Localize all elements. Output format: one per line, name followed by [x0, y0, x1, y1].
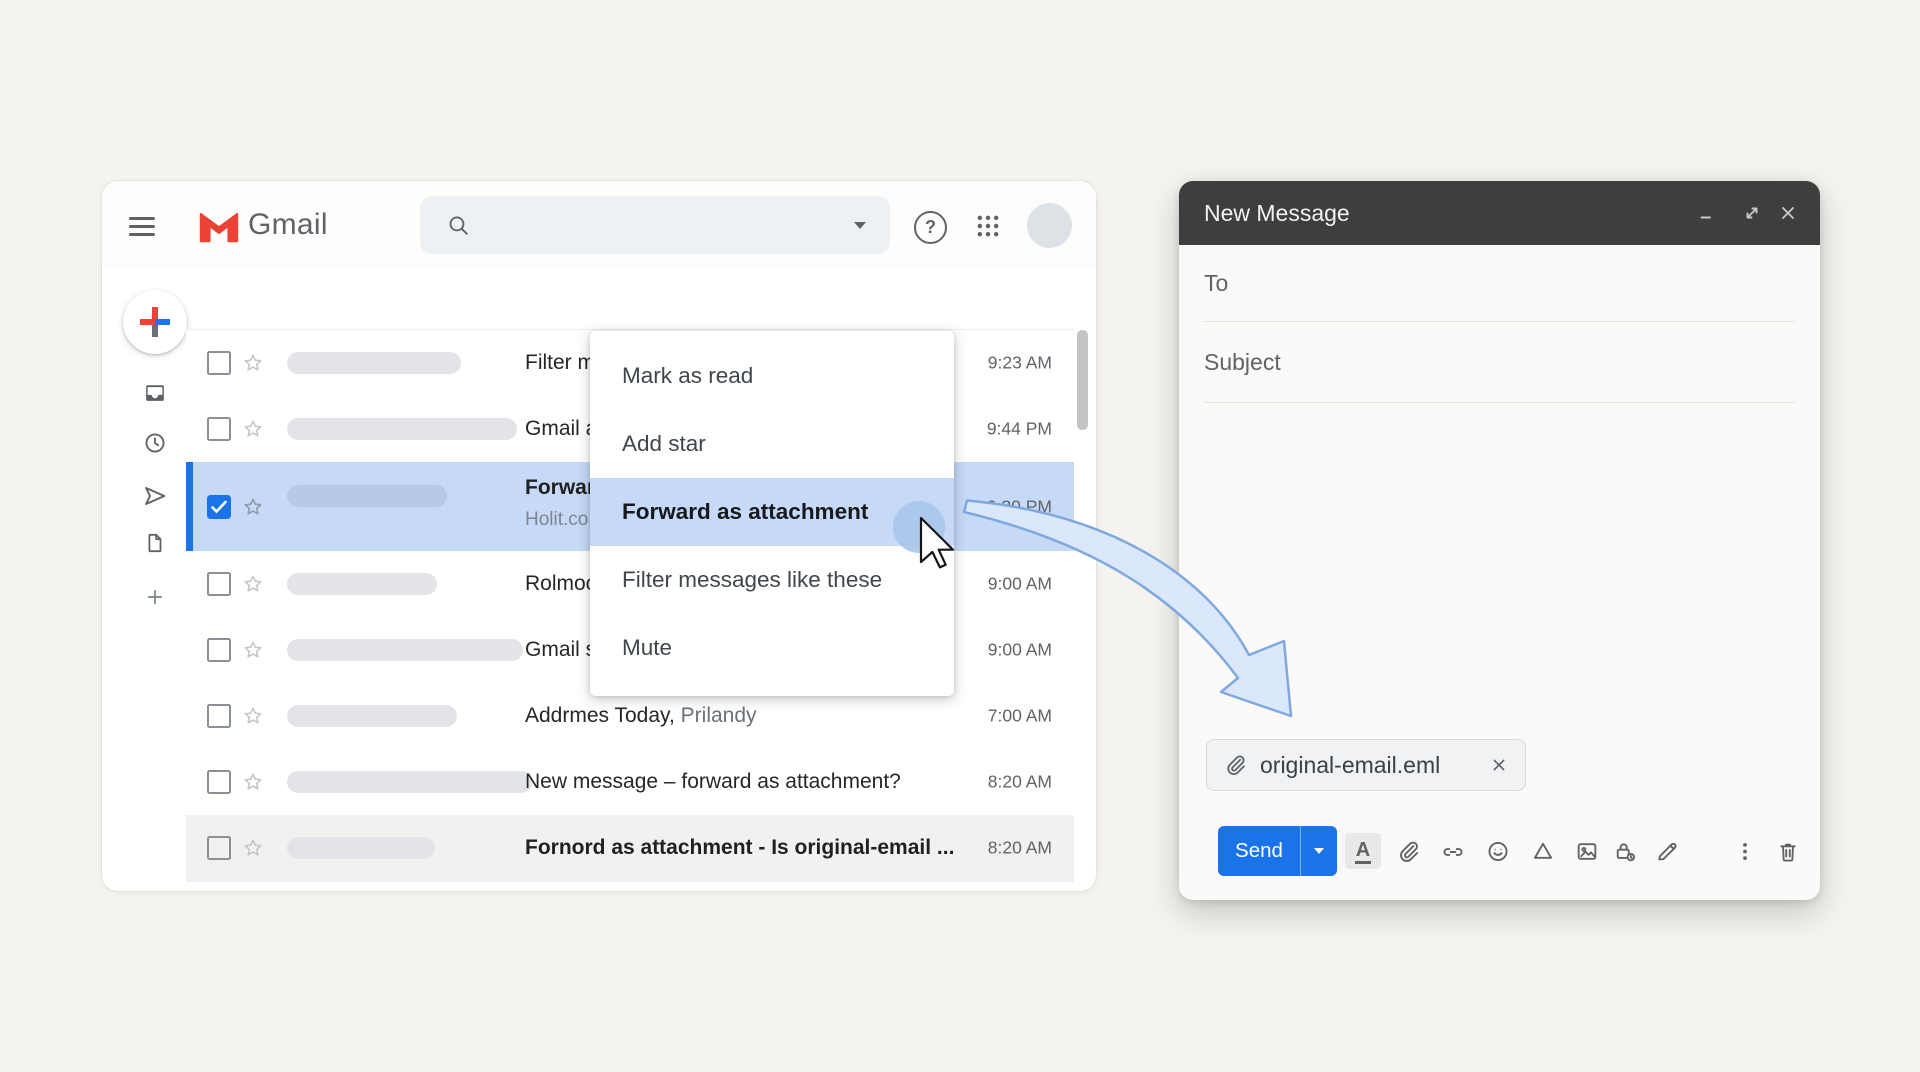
sent-icon[interactable]: [142, 483, 168, 509]
list-scrollbar[interactable]: [1077, 330, 1088, 430]
discard-draft-icon[interactable]: [1776, 839, 1801, 864]
menu-item-add-star[interactable]: Add star: [590, 410, 954, 478]
attachment-filename: original-email.eml: [1260, 752, 1440, 779]
subject-field[interactable]: Subject: [1179, 322, 1820, 402]
mail-row[interactable]: New message – forward as attachment? 8:2…: [186, 749, 1074, 816]
row-checkbox[interactable]: [207, 572, 231, 596]
row-time: 9:00 AM: [988, 574, 1052, 595]
more-send-options-icon[interactable]: [1733, 839, 1758, 864]
compose-plus-icon: [140, 307, 170, 337]
to-field[interactable]: To: [1179, 245, 1820, 321]
sender-placeholder: [287, 352, 461, 374]
row-checkbox[interactable]: [207, 836, 231, 860]
inbox-icon[interactable]: [143, 381, 168, 406]
help-icon[interactable]: ?: [914, 211, 947, 244]
row-time: 7:00 AM: [988, 706, 1052, 727]
avatar[interactable]: [1027, 203, 1072, 248]
star-icon[interactable]: [241, 770, 265, 794]
context-menu: Mark as read Add star Forward as attachm…: [590, 331, 954, 696]
star-icon[interactable]: [241, 572, 265, 596]
compose-title: New Message: [1204, 181, 1350, 245]
row-checkbox[interactable]: [207, 351, 231, 375]
star-icon[interactable]: [241, 417, 265, 441]
star-icon[interactable]: [241, 495, 265, 519]
sender-placeholder: [287, 771, 532, 793]
row-subject: Gmail s: [525, 638, 596, 662]
drafts-icon[interactable]: [143, 531, 167, 555]
row-subject: Gmail a: [525, 417, 597, 441]
sender-placeholder: [287, 705, 457, 727]
formatting-icon: A: [1355, 839, 1371, 864]
row-time: 9:44 PM: [987, 419, 1052, 440]
drive-icon[interactable]: [1531, 839, 1556, 864]
menu-item-forward-as-attachment[interactable]: Forward as attachment: [590, 478, 954, 546]
row-time: 9:23 AM: [988, 353, 1052, 374]
gmail-logo: [196, 202, 242, 248]
mail-row[interactable]: Fornord as attachment - Is original-emai…: [186, 815, 1074, 882]
compose-button[interactable]: [123, 290, 187, 354]
row-time: 9:00 AM: [988, 640, 1052, 661]
paperclip-icon: [1223, 753, 1247, 777]
menu-item-mark-as-read[interactable]: Mark as read: [590, 342, 954, 410]
menu-item-filter-messages[interactable]: Filter messages like these: [590, 546, 954, 614]
insert-photo-icon[interactable]: [1575, 839, 1600, 864]
row-subject: Fornord as attachment - Is original-emai…: [525, 836, 954, 860]
row-subject-secondary: Prilandy: [681, 704, 757, 727]
row-subject: Rolmoc: [525, 572, 596, 596]
sender-placeholder: [287, 573, 437, 595]
signature-icon[interactable]: [1655, 839, 1680, 864]
compose-titlebar[interactable]: New Message: [1179, 181, 1820, 245]
attachment-chip[interactable]: original-email.eml: [1206, 739, 1526, 791]
row-checkbox[interactable]: [207, 638, 231, 662]
gmail-header: Gmail ?: [102, 181, 1096, 268]
row-time: 9:30 PM: [987, 496, 1052, 517]
apps-grid-icon[interactable]: [974, 212, 1002, 240]
row-checkbox[interactable]: [207, 770, 231, 794]
send-button[interactable]: Send: [1218, 826, 1300, 876]
row-subject: Forwar: [525, 476, 595, 500]
row-checkbox[interactable]: [207, 417, 231, 441]
row-time: 8:20 AM: [988, 772, 1052, 793]
row-subject: Filter m: [525, 351, 595, 375]
insert-link-icon[interactable]: [1440, 839, 1466, 865]
confidential-mode-icon[interactable]: [1613, 839, 1638, 864]
expand-icon[interactable]: [1740, 201, 1764, 225]
row-subject: New message – forward as attachment?: [525, 770, 901, 794]
row-subject: Addrmes Today, Prilandy: [525, 704, 757, 728]
compose-window: New Message To Subject original-email.em…: [1179, 181, 1820, 900]
gmail-window: Gmail ?: [102, 181, 1096, 891]
formatting-button[interactable]: A: [1345, 833, 1381, 869]
snoozed-icon[interactable]: [143, 431, 168, 456]
search-options-caret-icon[interactable]: [854, 222, 866, 229]
row-checkbox[interactable]: [207, 704, 231, 728]
row-time: 8:20 AM: [988, 838, 1052, 859]
search-input[interactable]: [420, 196, 890, 254]
send-caret-icon: [1314, 848, 1324, 854]
check-icon: [207, 495, 231, 519]
attach-icon[interactable]: [1396, 839, 1421, 864]
send-options-button[interactable]: [1300, 826, 1337, 876]
sender-placeholder: [287, 418, 517, 440]
star-icon[interactable]: [241, 638, 265, 662]
send-split-button: Send: [1218, 826, 1337, 876]
remove-attachment-icon[interactable]: [1489, 755, 1509, 775]
compose-body[interactable]: [1179, 403, 1820, 733]
row-checkbox-checked[interactable]: [207, 495, 231, 519]
more-labels-icon[interactable]: [144, 586, 167, 609]
sender-placeholder: [287, 639, 523, 661]
minimize-icon[interactable]: [1695, 201, 1719, 225]
row-snippet: Holit.co: [525, 509, 588, 531]
hamburger-icon[interactable]: [129, 217, 155, 236]
close-icon[interactable]: [1776, 201, 1800, 225]
star-icon[interactable]: [241, 351, 265, 375]
search-icon: [446, 213, 471, 238]
list-toolbar: [102, 267, 1096, 329]
insert-emoji-icon[interactable]: [1486, 839, 1511, 864]
gmail-brand-text: Gmail: [248, 208, 328, 242]
star-icon[interactable]: [241, 704, 265, 728]
star-icon[interactable]: [241, 836, 265, 860]
sender-placeholder: [287, 837, 435, 859]
menu-item-mute[interactable]: Mute: [590, 614, 954, 682]
sender-placeholder: [287, 485, 447, 507]
